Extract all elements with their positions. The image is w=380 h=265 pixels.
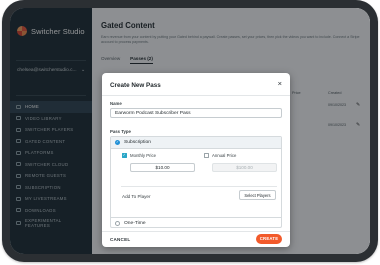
subscription-option[interactable]: ✓ Subscription (111, 137, 281, 149)
app-screen: Switcher Studio chelsea@switcherstudio.c… (10, 8, 370, 254)
inner-divider (121, 186, 277, 187)
pass-name-input[interactable]: Earworm Podcast Subscriber Pass (110, 108, 282, 118)
modal-footer-divider (102, 231, 290, 232)
annual-price-input[interactable]: $100.00 (212, 163, 277, 172)
create-pass-modal: Create New Pass × Name Earworm Podcast S… (102, 73, 290, 247)
annual-price-checkbox[interactable] (204, 153, 209, 158)
one-time-option[interactable]: One-Time (111, 217, 281, 229)
monthly-price-checkbox[interactable]: ✓ (122, 153, 127, 158)
annual-price-label: Annual Price (212, 153, 237, 158)
name-label: Name (110, 101, 122, 106)
modal-divider (102, 95, 290, 96)
select-players-button[interactable]: Select Players (239, 190, 276, 200)
pass-type-group: ✓ Subscription ✓ Monthly Price $10.00 An… (110, 136, 282, 228)
create-button[interactable]: CREATE (256, 234, 282, 244)
tablet-frame: Switcher Studio chelsea@switcherstudio.c… (2, 0, 378, 262)
subscription-label: Subscription (124, 140, 151, 145)
monthly-price-label: Monthly Price (130, 153, 157, 158)
radio-selected-icon[interactable]: ✓ (115, 140, 120, 145)
cancel-button[interactable]: CANCEL (110, 237, 130, 242)
radio-unselected-icon[interactable] (115, 221, 120, 226)
one-time-label: One-Time (124, 221, 146, 226)
monthly-price-input[interactable]: $10.00 (130, 163, 195, 172)
add-to-player-label: Add To Player (122, 194, 151, 199)
pass-type-label: Pass Type (110, 129, 131, 134)
modal-title: Create New Pass (110, 82, 161, 89)
close-icon[interactable]: × (278, 80, 282, 88)
